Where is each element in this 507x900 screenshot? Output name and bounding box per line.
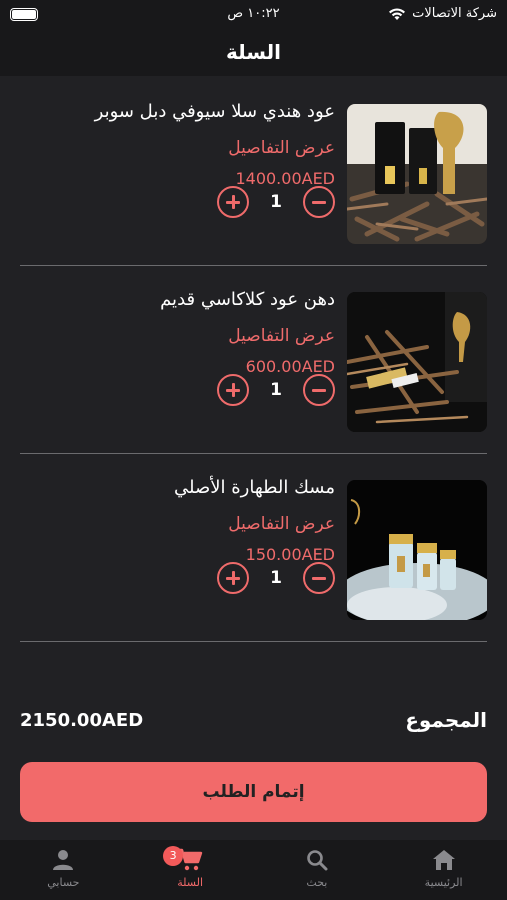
cart-item: مسك الطهارة الأصلي عرض التفاصيل 150.00AE…	[20, 454, 487, 642]
quantity-stepper: 1	[217, 185, 335, 219]
search-icon	[307, 850, 328, 871]
total-value: 2150.00AED	[20, 709, 144, 731]
view-details-link[interactable]: عرض التفاصيل	[35, 324, 335, 348]
person-icon	[53, 850, 74, 870]
item-name: مسك الطهارة الأصلي	[174, 477, 335, 498]
quantity-value: 1	[270, 568, 282, 588]
cart-badge: 3	[163, 846, 184, 866]
home-icon	[432, 850, 455, 870]
tab-cart[interactable]: 3 السلة	[127, 840, 254, 900]
product-image[interactable]	[347, 104, 487, 244]
quantity-value: 1	[270, 380, 282, 400]
page-title: السلة	[225, 40, 281, 64]
item-info: عود هندي سلا سيوفي دبل سوبر عرض التفاصيل…	[35, 98, 335, 190]
status-time: ١٠:٢٢ ص	[227, 6, 280, 21]
increase-quantity-button[interactable]	[217, 374, 249, 406]
cart-item: عود هندي سلا سيوفي دبل سوبر عرض التفاصيل…	[20, 78, 487, 266]
tab-bar: الرئيسية بحث 3 السلة حسابي	[0, 840, 507, 900]
decrease-quantity-button[interactable]	[303, 562, 335, 594]
quantity-value: 1	[270, 192, 282, 212]
item-name: دهن عود كلاكاسي قديم	[160, 289, 335, 310]
battery-icon	[10, 8, 38, 21]
quantity-stepper: 1	[217, 561, 335, 595]
header: السلة	[0, 30, 507, 76]
tab-search[interactable]: بحث	[254, 840, 381, 900]
decrease-quantity-button[interactable]	[303, 186, 335, 218]
status-bar: شركة الاتصالات ١٠:٢٢ ص	[0, 0, 507, 30]
increase-quantity-button[interactable]	[217, 186, 249, 218]
tab-label: بحث	[306, 876, 328, 889]
tab-home[interactable]: الرئيسية	[380, 840, 507, 900]
tab-account[interactable]: حسابي	[0, 840, 127, 900]
product-image[interactable]	[347, 480, 487, 620]
increase-quantity-button[interactable]	[217, 562, 249, 594]
tab-label: السلة	[177, 876, 203, 889]
item-info: مسك الطهارة الأصلي عرض التفاصيل 150.00AE…	[35, 474, 335, 566]
tab-label: الرئيسية	[424, 876, 463, 889]
total-label: المجموع	[405, 708, 487, 732]
view-details-link[interactable]: عرض التفاصيل	[35, 512, 335, 536]
quantity-stepper: 1	[217, 373, 335, 407]
cart-item: دهن عود كلاكاسي قديم عرض التفاصيل 600.00…	[20, 266, 487, 454]
tab-label: حسابي	[47, 876, 80, 889]
decrease-quantity-button[interactable]	[303, 374, 335, 406]
checkout-button[interactable]: إتمام الطلب	[20, 762, 487, 822]
view-details-link[interactable]: عرض التفاصيل	[35, 136, 335, 160]
item-info: دهن عود كلاكاسي قديم عرض التفاصيل 600.00…	[35, 286, 335, 378]
item-name: عود هندي سلا سيوفي دبل سوبر	[94, 101, 335, 122]
product-image[interactable]	[347, 292, 487, 432]
total-row: 2150.00AED المجموع	[20, 700, 487, 740]
